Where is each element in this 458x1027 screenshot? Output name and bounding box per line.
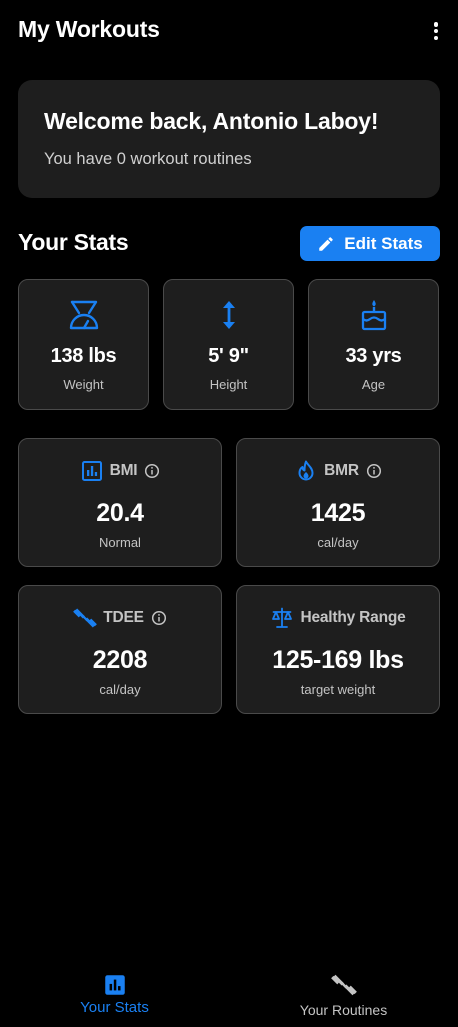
bmr-title: BMR — [324, 462, 359, 479]
bar-chart-icon — [104, 975, 125, 995]
weight-card: 138 lbs Weight — [18, 279, 149, 410]
bmi-label: Normal — [99, 535, 141, 550]
dumbbell-icon — [330, 974, 357, 996]
bmi-value: 20.4 — [96, 499, 144, 527]
welcome-card: Welcome back, Antonio Laboy! You have 0 … — [18, 80, 440, 198]
nav-tab-your-routines[interactable]: Your Routines — [229, 962, 458, 1027]
nav-label-your-routines: Your Routines — [299, 1002, 388, 1018]
bmi-card: BMI 20.4 Normal — [18, 438, 222, 567]
flame-icon — [298, 460, 314, 481]
bmr-label: cal/day — [317, 535, 359, 550]
height-arrow-icon — [222, 301, 235, 329]
stats-heading: Your Stats — [18, 229, 129, 255]
info-icon[interactable] — [366, 463, 382, 479]
balance-scale-icon — [272, 607, 293, 628]
healthy-range-card: Healthy Range 125-169 lbs target weight — [236, 585, 440, 714]
bmi-title: BMI — [109, 462, 138, 479]
info-icon[interactable] — [144, 463, 160, 479]
height-value: 5' 9" — [208, 345, 249, 367]
height-card: 5' 9" Height — [163, 279, 294, 410]
app-bar: My Workouts — [0, 0, 458, 62]
birthday-cake-icon — [361, 300, 386, 331]
edit-stats-button[interactable]: Edit Stats — [300, 226, 440, 261]
bottom-navigation: Your Stats Your Routines — [0, 962, 458, 1027]
edit-stats-label: Edit Stats — [344, 233, 423, 253]
weight-value: 138 lbs — [50, 345, 117, 367]
nav-label-your-stats: Your Stats — [80, 999, 149, 1016]
dumbbell-icon — [73, 608, 98, 628]
app-title: My Workouts — [18, 16, 160, 42]
more-vert-icon[interactable] — [428, 20, 444, 42]
age-card: 33 yrs Age — [308, 279, 439, 410]
tdee-title: TDEE — [103, 609, 144, 626]
height-label: Height — [209, 377, 248, 392]
tdee-label: cal/day — [99, 682, 141, 697]
weight-label: Weight — [63, 377, 104, 392]
bmr-card: BMR 1425 cal/day — [236, 438, 440, 567]
weight-scale-icon — [69, 300, 98, 330]
nav-tab-your-stats[interactable]: Your Stats — [0, 962, 229, 1027]
bmr-value: 1425 — [310, 499, 366, 527]
healthy-range-title: Healthy Range — [300, 609, 406, 626]
healthy-range-label: target weight — [300, 682, 376, 697]
welcome-title: Welcome back, Antonio Laboy! — [44, 108, 379, 134]
tdee-value: 2208 — [92, 646, 148, 674]
healthy-range-value: 125-169 lbs — [272, 646, 404, 674]
info-icon[interactable] — [151, 610, 167, 626]
pencil-icon — [319, 236, 334, 251]
bar-chart-icon — [81, 461, 102, 481]
tdee-card: TDEE 2208 cal/day — [18, 585, 222, 714]
age-label: Age — [361, 377, 386, 392]
welcome-subtitle: You have 0 workout routines — [44, 150, 252, 168]
age-value: 33 yrs — [345, 345, 402, 367]
